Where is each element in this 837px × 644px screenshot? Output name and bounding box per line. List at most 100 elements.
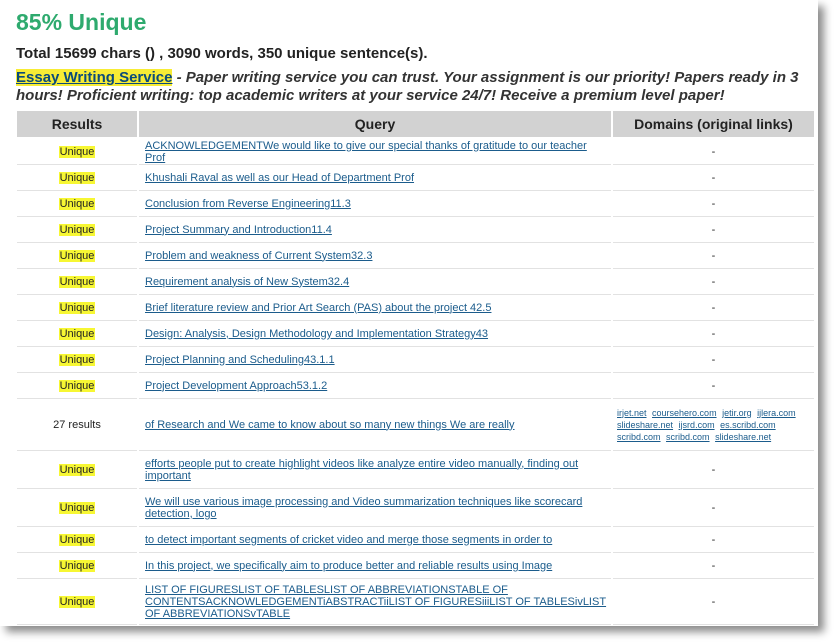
result-cell: Unique [17,139,137,165]
domain-link[interactable]: jetir.org [722,408,752,418]
result-cell: 27 results [17,399,137,451]
domains-cell: - [613,527,814,553]
query-cell: In this project, we specifically aim to … [139,553,611,579]
domains-cell: - [613,321,814,347]
no-domains: - [711,249,716,262]
table-row: Unique Requirement analysis of New System… [17,269,814,295]
no-domains: - [711,197,716,210]
domains-cell: - [613,295,814,321]
unique-badge: Unique [58,353,96,366]
no-domains: - [711,559,716,572]
unique-badge: Unique [58,197,96,210]
query-link[interactable]: Project Development Approach53.1.2 [145,380,327,392]
uniqueness-score: 85% Unique [16,9,147,35]
domain-link[interactable]: slideshare.net [715,432,771,442]
table-row: Unique Conclusion from Reverse Engineerin… [17,191,814,217]
query-link[interactable]: Requirement analysis of New System32.4 [145,276,349,288]
query-link[interactable]: We will use various image processing and… [145,496,582,520]
column-header-results: Results [17,111,137,139]
result-cell: Unique [17,165,137,191]
table-row: Unique to detect important segments of cr… [17,527,814,553]
no-domains: - [711,463,716,476]
query-cell: Design: Analysis, Design Methodology and… [139,321,611,347]
domains-cell: irjet.net coursehero.com jetir.org ijler… [613,399,814,451]
query-link[interactable]: to detect important segments of cricket … [145,534,552,546]
result-cell: Unique [17,489,137,527]
domains-cell: - [613,553,814,579]
no-domains: - [711,353,716,366]
domain-link[interactable]: coursehero.com [652,408,717,418]
table-row: Unique Design: Analysis, Design Methodolo… [17,321,814,347]
query-link[interactable]: Problem and weakness of Current System32… [145,250,372,262]
column-header-domains: Domains (original links) [613,111,814,139]
table-row: Unique LIST OF FIGURESLIST OF TABLESLIST … [17,579,814,625]
result-cell: Unique [17,243,137,269]
result-cell: Unique [17,579,137,625]
query-cell: We will use various image processing and… [139,489,611,527]
domains-cell: - [613,451,814,489]
domain-link[interactable]: slideshare.net [617,420,673,430]
unique-badge: Unique [58,501,96,514]
domains-cell: - [613,489,814,527]
no-domains: - [711,171,716,184]
results-table: Results Query Domains (original links) U… [15,111,816,625]
domain-link[interactable]: es.scribd.com [720,420,776,430]
query-link[interactable]: ACKNOWLEDGEMENTWe would like to give our… [145,140,587,164]
domains-cell: - [613,579,814,625]
no-domains: - [711,379,716,392]
result-cell: Unique [17,527,137,553]
results-table-body: Unique ACKNOWLEDGEMENTWe would like to gi… [17,139,814,625]
query-link[interactable]: Project Summary and Introduction11.4 [145,224,332,236]
query-cell: Brief literature review and Prior Art Se… [139,295,611,321]
query-link[interactable]: Project Planning and Scheduling43.1.1 [145,354,335,366]
table-row: Unique Project Development Approach53.1.2… [17,373,814,399]
domains-cell: - [613,165,814,191]
query-cell: to detect important segments of cricket … [139,527,611,553]
no-domains: - [711,301,716,314]
domain-link[interactable]: scribd.com [617,432,661,442]
table-row: Unique Project Summary and Introduction11… [17,217,814,243]
unique-badge: Unique [58,595,96,608]
query-cell: Project Summary and Introduction11.4 [139,217,611,243]
no-domains: - [711,595,716,608]
domain-link[interactable]: irjet.net [617,408,647,418]
table-row: Unique ACKNOWLEDGEMENTWe would like to gi… [17,139,814,165]
unique-badge: Unique [58,379,96,392]
unique-badge: Unique [58,275,96,288]
query-link[interactable]: LIST OF FIGURESLIST OF TABLESLIST OF ABB… [145,584,606,620]
table-row: 27 results of Research and We came to kno… [17,399,814,451]
result-cell: Unique [17,347,137,373]
query-link[interactable]: In this project, we specifically aim to … [145,560,552,572]
unique-badge: Unique [58,463,96,476]
domains-cell: - [613,269,814,295]
result-cell: Unique [17,451,137,489]
promo-banner: Essay Writing Service - Paper writing se… [16,69,816,105]
unique-badge: Unique [58,223,96,236]
unique-badge: Unique [58,559,96,572]
domain-link[interactable]: ijlera.com [757,408,796,418]
query-link[interactable]: Design: Analysis, Design Methodology and… [145,328,488,340]
table-row: Unique Khushali Raval as well as our Head… [17,165,814,191]
query-cell: efforts people put to create highlight v… [139,451,611,489]
unique-badge: Unique [58,249,96,262]
result-cell: Unique [17,553,137,579]
domain-link[interactable]: scribd.com [666,432,710,442]
no-domains: - [711,533,716,546]
query-link[interactable]: Khushali Raval as well as our Head of De… [145,172,414,184]
domains-cell: - [613,347,814,373]
query-link[interactable]: efforts people put to create highlight v… [145,458,578,482]
domain-link[interactable]: ijsrd.com [679,420,715,430]
query-link[interactable]: Conclusion from Reverse Engineering11.3 [145,198,351,210]
query-link[interactable]: of Research and We came to know about so… [145,419,515,431]
table-row: Unique Project Planning and Scheduling43.… [17,347,814,373]
no-domains: - [711,145,716,158]
domains-cell: - [613,191,814,217]
essay-writing-service-link[interactable]: Essay Writing Service [16,69,173,86]
query-link[interactable]: Brief literature review and Prior Art Se… [145,302,491,314]
query-cell: ACKNOWLEDGEMENTWe would like to give our… [139,139,611,165]
result-cell: Unique [17,217,137,243]
unique-badge: Unique [58,145,96,158]
no-domains: - [711,275,716,288]
no-domains: - [711,501,716,514]
column-header-query: Query [139,111,611,139]
